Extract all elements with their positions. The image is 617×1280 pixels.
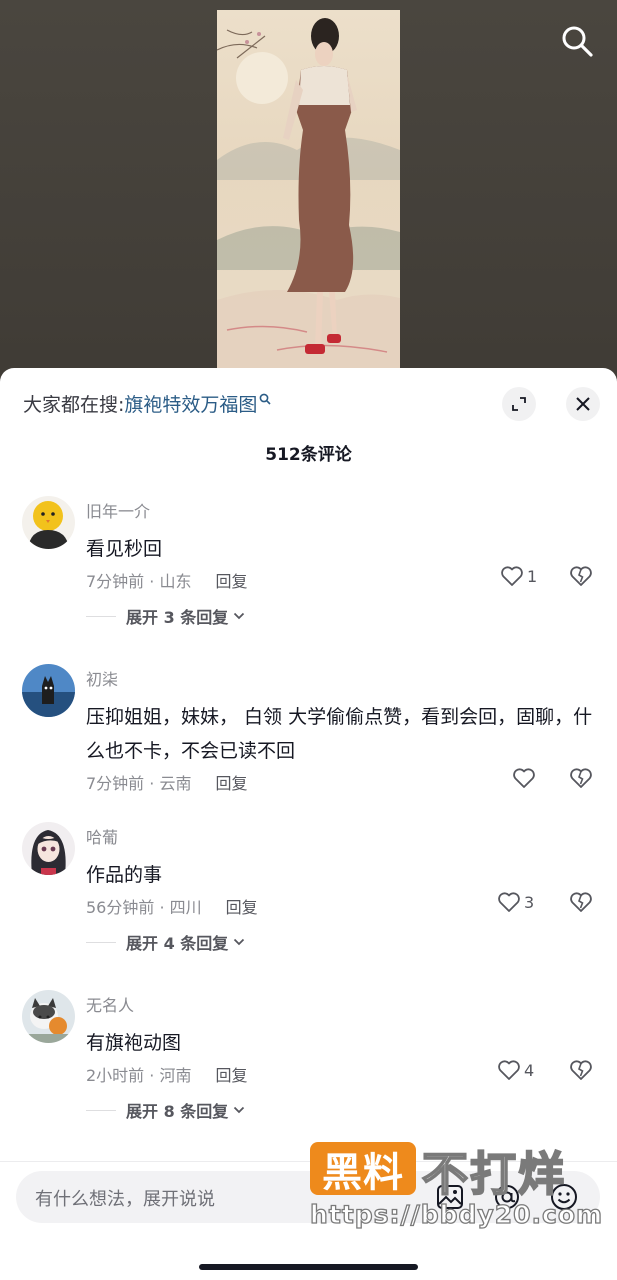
trending-search-prefix: 大家都在搜: [23, 394, 125, 416]
search-icon [562, 26, 593, 57]
comment-meta: 56分钟前 · 四川 回复 [86, 894, 258, 918]
comment-text: 压抑姐姐，妹妹， 白领 大学偷偷点赞，看到会回，固聊，什么也不卡，不会已读不回 [86, 706, 593, 762]
dislike-button[interactable] [569, 1059, 593, 1085]
like-button[interactable]: 4 [497, 1059, 534, 1081]
divider-line [86, 1109, 116, 1111]
divider-line [86, 615, 116, 617]
comment-item: 无名人 有旗袍动图 2小时前 · 河南 回复 4 展开 8 条回复 [0, 990, 617, 1140]
comment-username[interactable]: 初柒 [86, 666, 118, 690]
chevron-down-icon [234, 612, 245, 620]
close-icon [576, 397, 590, 411]
divider-line [86, 941, 116, 943]
comment-time-location: 2小时前 · 河南 [86, 1066, 192, 1085]
comment-count: 512条评论 [265, 445, 352, 465]
expand-icon [512, 397, 526, 411]
heart-icon [498, 892, 520, 912]
comment-username[interactable]: 无名人 [86, 992, 134, 1016]
comment-item: 旧年一介 看见秒回 7分钟前 · 山东 回复 1 展开 3 条回复 [0, 496, 617, 646]
dislike-button[interactable] [569, 767, 593, 793]
reply-button[interactable]: 回复 [215, 770, 247, 794]
trending-search[interactable]: 大家都在搜: 旗袍特效万福图 [23, 390, 271, 417]
dislike-button[interactable] [569, 891, 593, 917]
like-count: 4 [524, 1060, 535, 1080]
comment-username[interactable]: 哈葡 [86, 824, 118, 848]
search-icon [260, 393, 271, 405]
expand-replies[interactable]: 展开 4 条回复 [86, 930, 245, 954]
watermark-text: 不打烊 [421, 1146, 566, 1202]
avatar[interactable] [22, 496, 75, 549]
comment-meta: 2小时前 · 河南 回复 [86, 1062, 247, 1086]
qipao-painting [217, 10, 400, 372]
avatar[interactable] [22, 822, 75, 875]
comment-text: 有旗袍动图 [86, 1032, 182, 1054]
like-button[interactable] [512, 767, 536, 789]
video-backdrop [0, 0, 617, 400]
like-count: 3 [524, 892, 535, 912]
reply-button[interactable]: 回复 [215, 568, 247, 592]
comment-item: 初柒 压抑姐姐，妹妹， 白领 大学偷偷点赞，看到会回，固聊，什么也不卡，不会已读… [0, 664, 617, 804]
avatar[interactable] [22, 990, 75, 1043]
like-button[interactable]: 1 [500, 565, 537, 587]
trending-search-link[interactable]: 旗袍特效万福图 [124, 390, 257, 417]
avatar[interactable] [22, 664, 75, 717]
reply-button[interactable]: 回复 [226, 894, 258, 918]
chevron-down-icon [234, 1106, 245, 1114]
comment-item: 哈葡 作品的事 56分钟前 · 四川 回复 3 展开 4 条回复 [0, 822, 617, 972]
expand-button[interactable] [502, 387, 536, 421]
reply-button[interactable]: 回复 [215, 1062, 247, 1086]
comment-time-location: 7分钟前 · 山东 [86, 572, 192, 591]
expand-replies[interactable]: 展开 3 条回复 [86, 604, 245, 628]
heart-icon [498, 1060, 520, 1080]
search-button[interactable] [556, 20, 598, 62]
expand-replies[interactable]: 展开 8 条回复 [86, 1098, 245, 1122]
like-button[interactable]: 3 [497, 891, 534, 913]
comment-time-location: 7分钟前 · 云南 [86, 774, 192, 793]
comment-text: 作品的事 [86, 864, 163, 886]
comment-meta: 7分钟前 · 云南 回复 [86, 770, 247, 794]
close-button[interactable] [566, 387, 600, 421]
broken-heart-icon [570, 566, 592, 586]
broken-heart-icon [570, 892, 592, 912]
watermark-badge: 黑料 [310, 1142, 416, 1196]
heart-icon [513, 768, 535, 788]
expand-replies-label: 展开 4 条回复 [126, 934, 229, 953]
like-count: 1 [527, 566, 538, 586]
expand-replies-label: 展开 8 条回复 [126, 1102, 229, 1121]
comment-username[interactable]: 旧年一介 [86, 498, 150, 522]
home-indicator [199, 1264, 418, 1270]
comment-time-location: 56分钟前 · 四川 [86, 898, 202, 917]
broken-heart-icon [570, 1060, 592, 1080]
watermark-url: https://bbdy20.com [309, 1199, 604, 1229]
heart-icon [501, 566, 523, 586]
expand-replies-label: 展开 3 条回复 [126, 608, 229, 627]
comment-meta: 7分钟前 · 山东 回复 [86, 568, 247, 592]
comment-text: 看见秒回 [86, 538, 163, 560]
dislike-button[interactable] [569, 565, 593, 591]
broken-heart-icon [570, 768, 592, 788]
chevron-down-icon [234, 938, 245, 946]
comment-input[interactable]: 有什么想法，展开说说 [35, 1185, 215, 1211]
